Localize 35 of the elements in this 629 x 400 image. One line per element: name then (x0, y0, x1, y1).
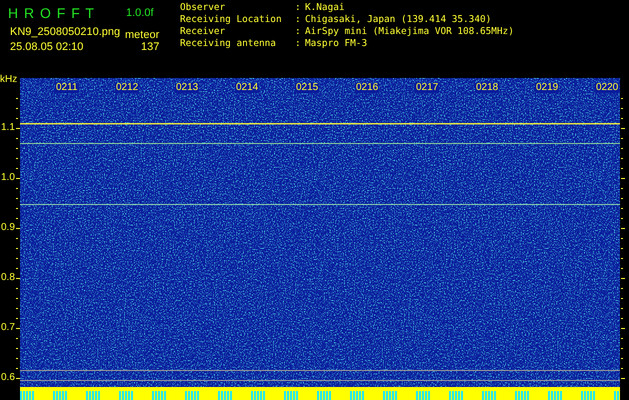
timestamp: 25.08.05 02:10 (10, 40, 84, 55)
time-label: 0218 (475, 83, 500, 93)
time-label: 0217 (415, 83, 440, 93)
time-label: 0213 (175, 83, 200, 93)
info-value: Chigasaki, Japan (139.414 35.340) (305, 14, 492, 26)
axis-label: 1.0 (1, 173, 15, 183)
info-separator: : (295, 2, 302, 14)
time-label: 0214 (235, 83, 260, 93)
info-label: Receiving Location (180, 14, 283, 26)
axis-label: 0.6 (1, 373, 15, 383)
file-name: KN9_2508050210.png (10, 25, 120, 40)
axis-label: 0.7 (1, 323, 15, 333)
time-label: 0216 (355, 83, 380, 93)
info-value: Maspro FM-3 (305, 38, 368, 50)
info-label: Receiver (180, 26, 226, 38)
meteor-count: 137 (141, 40, 160, 55)
axis-label: 0.8 (1, 273, 15, 283)
info-value: AirSpy mini (Miakejima VOR 108.65MHz) (305, 26, 514, 38)
unit-label: kHz (0, 75, 18, 85)
version-label: 1.0.0f (126, 6, 154, 21)
info-separator: : (295, 38, 305, 50)
info-separator: : (295, 14, 302, 26)
axis-label: 1.1 (1, 123, 15, 133)
time-label: 0220 (595, 83, 620, 93)
time-label: 0215 (295, 83, 320, 93)
time-label: 0212 (115, 83, 140, 93)
app-title: H R O F F T (8, 4, 94, 23)
time-label: 0211 (55, 83, 79, 93)
info-label: Observer (180, 2, 226, 14)
info-label: Receiving antenna (180, 38, 277, 50)
info-value: K.Nagai (305, 2, 346, 14)
time-label: 0219 (535, 83, 560, 93)
info-separator: : (295, 26, 305, 38)
meteor-label: meteor (125, 28, 160, 42)
axis-label: 0.9 (1, 223, 15, 233)
